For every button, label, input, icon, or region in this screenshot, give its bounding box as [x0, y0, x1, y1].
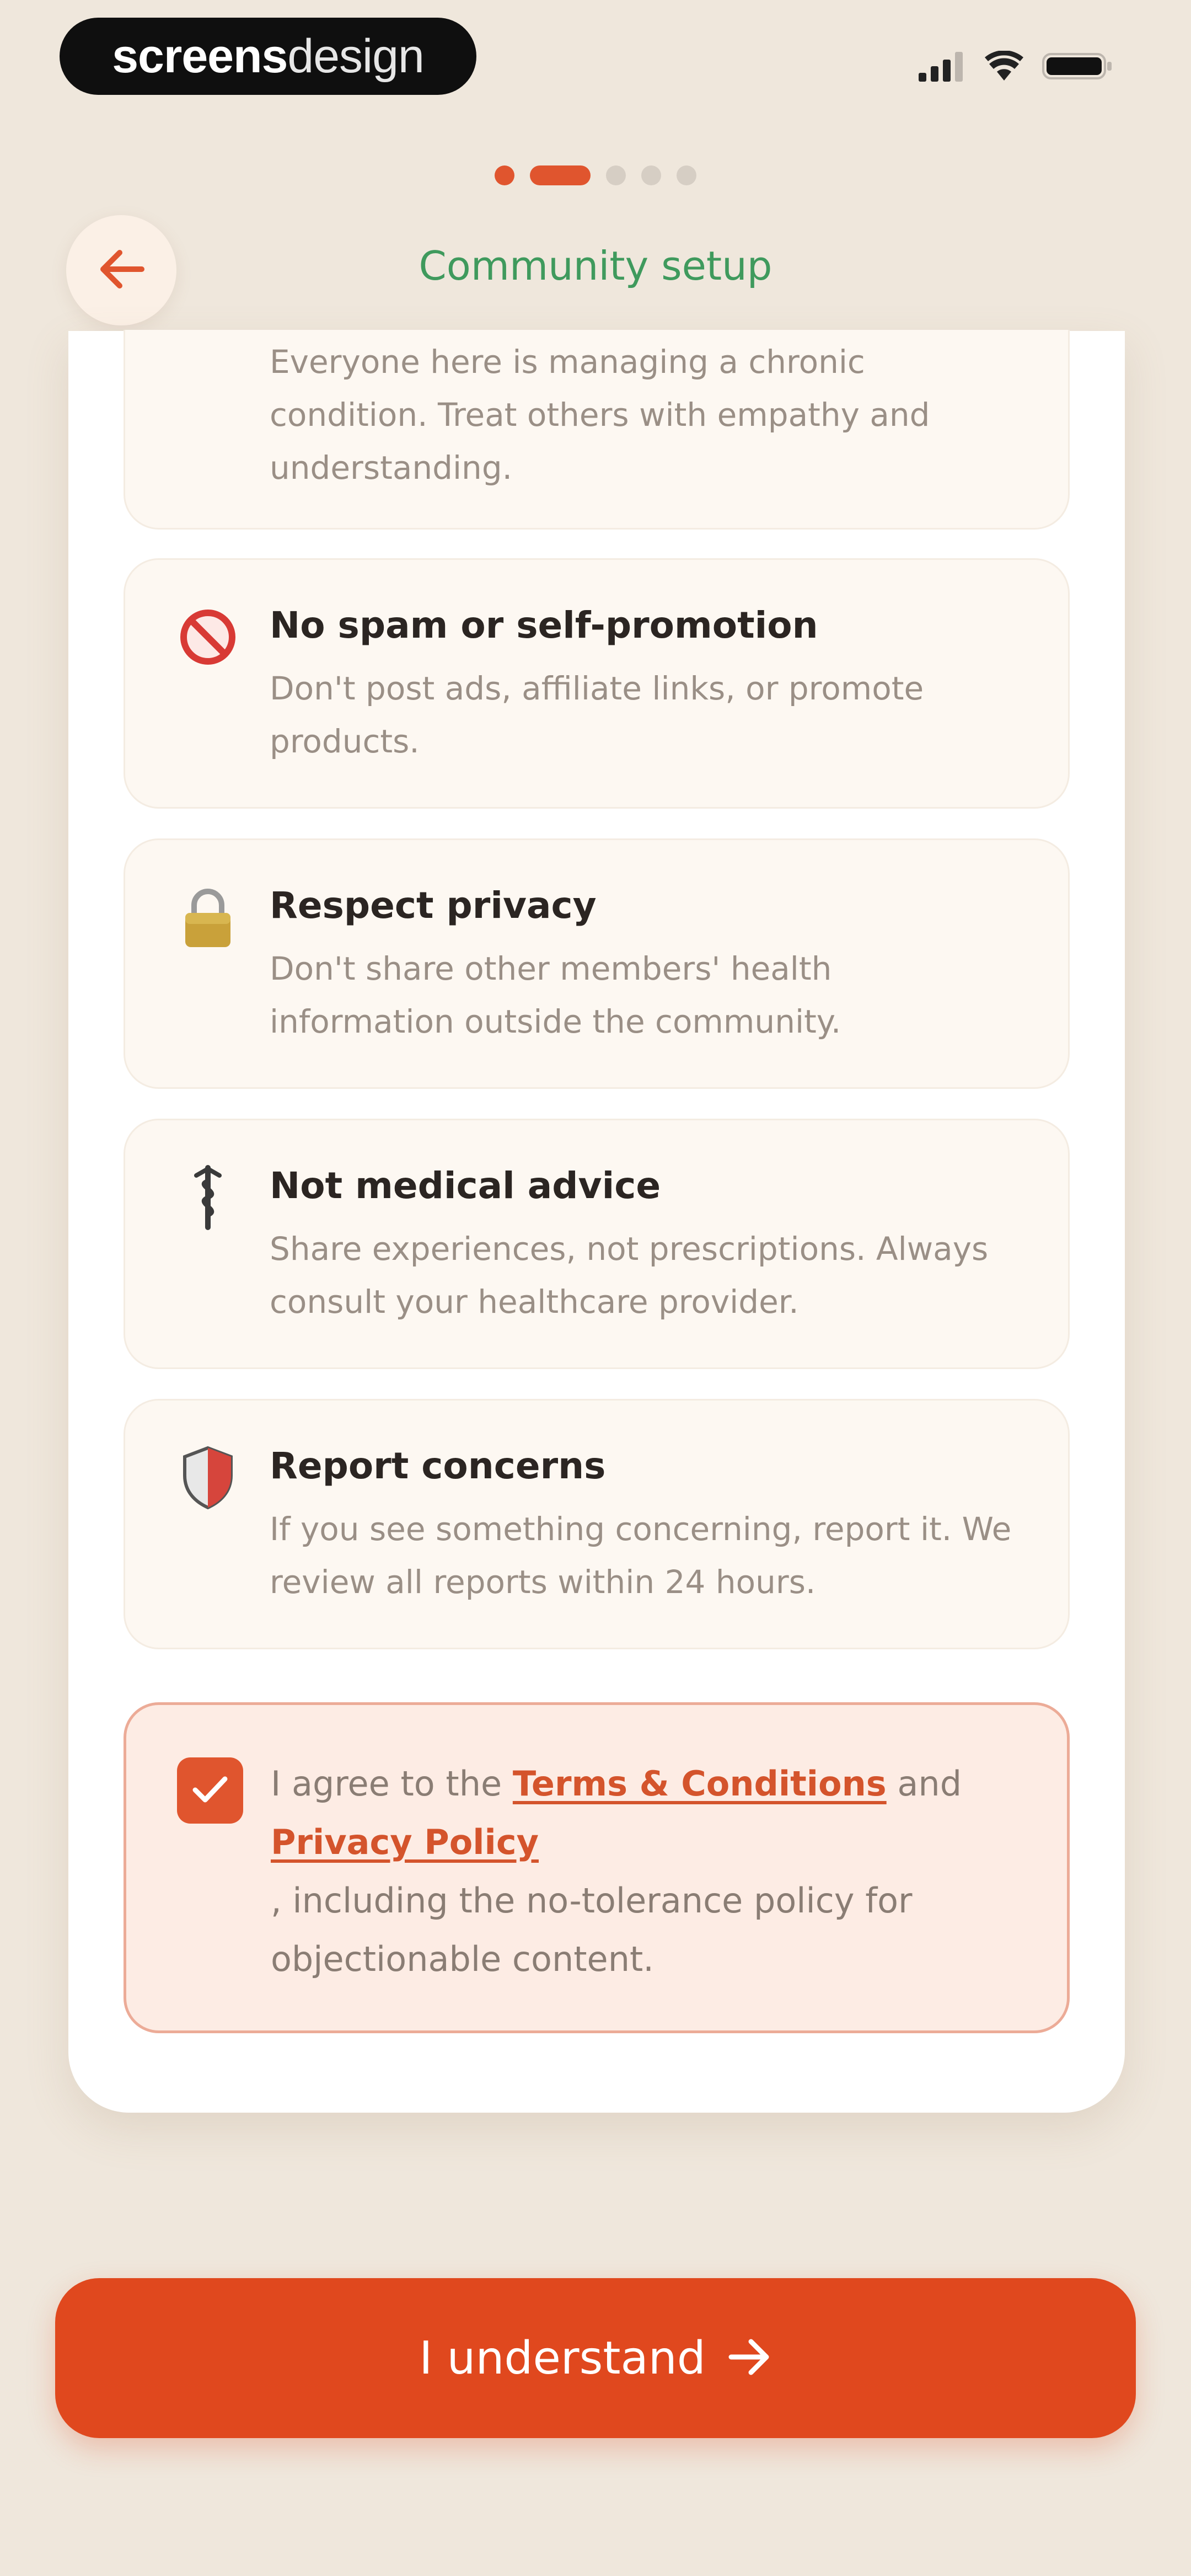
- community-rules-card: Everyone here is managing a chronic cond…: [68, 330, 1125, 2113]
- brand-logo-thin: design: [287, 29, 424, 83]
- progress-step-5: [677, 165, 696, 185]
- rule-title: Not medical advice: [270, 1164, 661, 1207]
- rule-be-kind: Everyone here is managing a chronic cond…: [124, 330, 1070, 530]
- brand-logo-bold: screens: [112, 29, 288, 83]
- signal-icon: [919, 51, 966, 82]
- rule-report-concerns: Report concerns If you see something con…: [124, 1399, 1070, 1649]
- rule-description: Don't post ads, affiliate links, or prom…: [270, 670, 924, 760]
- wifi-icon: [985, 51, 1023, 82]
- rule-not-medical-advice: Not medical advice Share experiences, no…: [124, 1119, 1070, 1369]
- rule-no-spam: No spam or self-promotion Don't post ads…: [124, 558, 1070, 809]
- battery-icon: [1042, 51, 1114, 82]
- rule-respect-privacy: Respect privacy Don't share other member…: [124, 838, 1070, 1089]
- shield-icon: [175, 1445, 241, 1511]
- lock-icon: [175, 884, 241, 950]
- rule-title: Respect privacy: [270, 884, 597, 927]
- progress-step-1: [495, 165, 514, 185]
- rule-description: Don't share other members' health inform…: [270, 950, 841, 1040]
- check-icon: [191, 1775, 229, 1807]
- terms-agreement[interactable]: I agree to the Terms & Conditions and Pr…: [124, 1702, 1070, 2033]
- agreement-text: I agree to the Terms & Conditions and Pr…: [271, 1755, 1017, 1989]
- agreement-middle: and: [886, 1763, 962, 1804]
- medical-staff-icon: [175, 1164, 241, 1231]
- progress-step-2-active: [530, 165, 591, 185]
- progress-step-4: [641, 165, 661, 185]
- privacy-policy-link[interactable]: Privacy Policy: [271, 1822, 539, 1862]
- arrow-right-icon: [728, 2338, 772, 2379]
- rule-title: No spam or self-promotion: [270, 604, 818, 646]
- header: Community setup: [0, 210, 1191, 331]
- rule-title: Report concerns: [270, 1445, 606, 1487]
- agreement-prefix: I agree to the: [271, 1763, 513, 1804]
- brand-logo: screens design: [60, 18, 476, 95]
- terms-checkbox[interactable]: [177, 1757, 243, 1824]
- page-title: Community setup: [419, 243, 772, 289]
- prohibited-icon: [175, 604, 241, 670]
- progress-step-3: [606, 165, 626, 185]
- i-understand-button[interactable]: I understand: [55, 2278, 1136, 2438]
- rule-description: Everyone here is managing a chronic cond…: [270, 343, 930, 487]
- status-icons: [919, 51, 1114, 82]
- cta-label: I understand: [419, 2332, 706, 2385]
- onboarding-progress: [0, 165, 1191, 185]
- terms-link[interactable]: Terms & Conditions: [513, 1763, 887, 1804]
- agreement-suffix: , including the no-tolerance policy for …: [271, 1880, 913, 1979]
- rule-description: Share experiences, not prescriptions. Al…: [270, 1230, 989, 1321]
- rule-description: If you see something concerning, report …: [270, 1510, 1012, 1601]
- status-bar: screens design: [0, 0, 1191, 121]
